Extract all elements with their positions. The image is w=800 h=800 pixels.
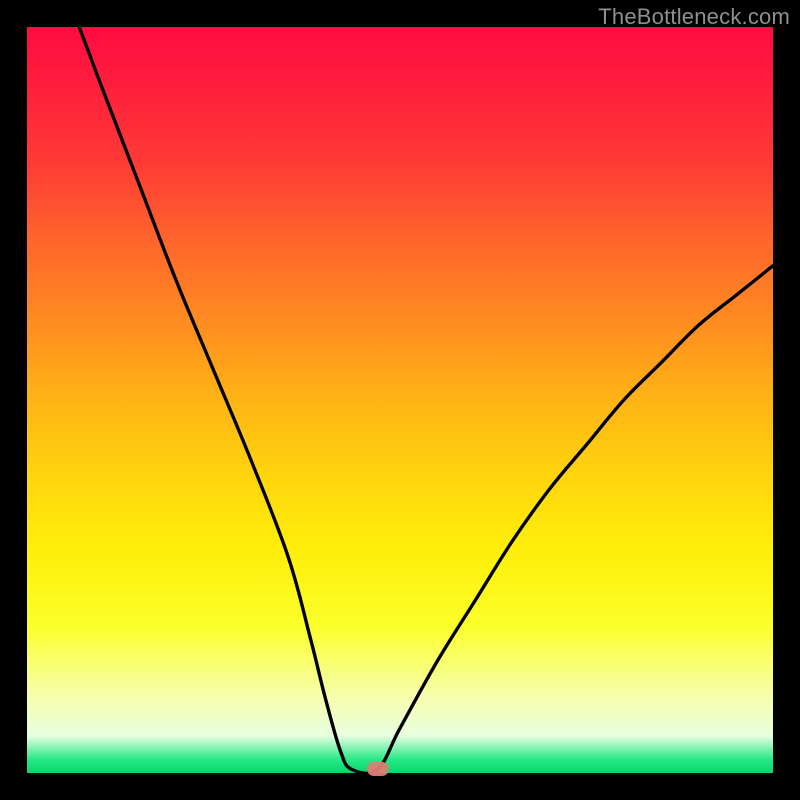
bottleneck-curve bbox=[27, 27, 773, 773]
chart-frame: TheBottleneck.com bbox=[0, 0, 800, 800]
optimum-marker bbox=[367, 762, 389, 776]
